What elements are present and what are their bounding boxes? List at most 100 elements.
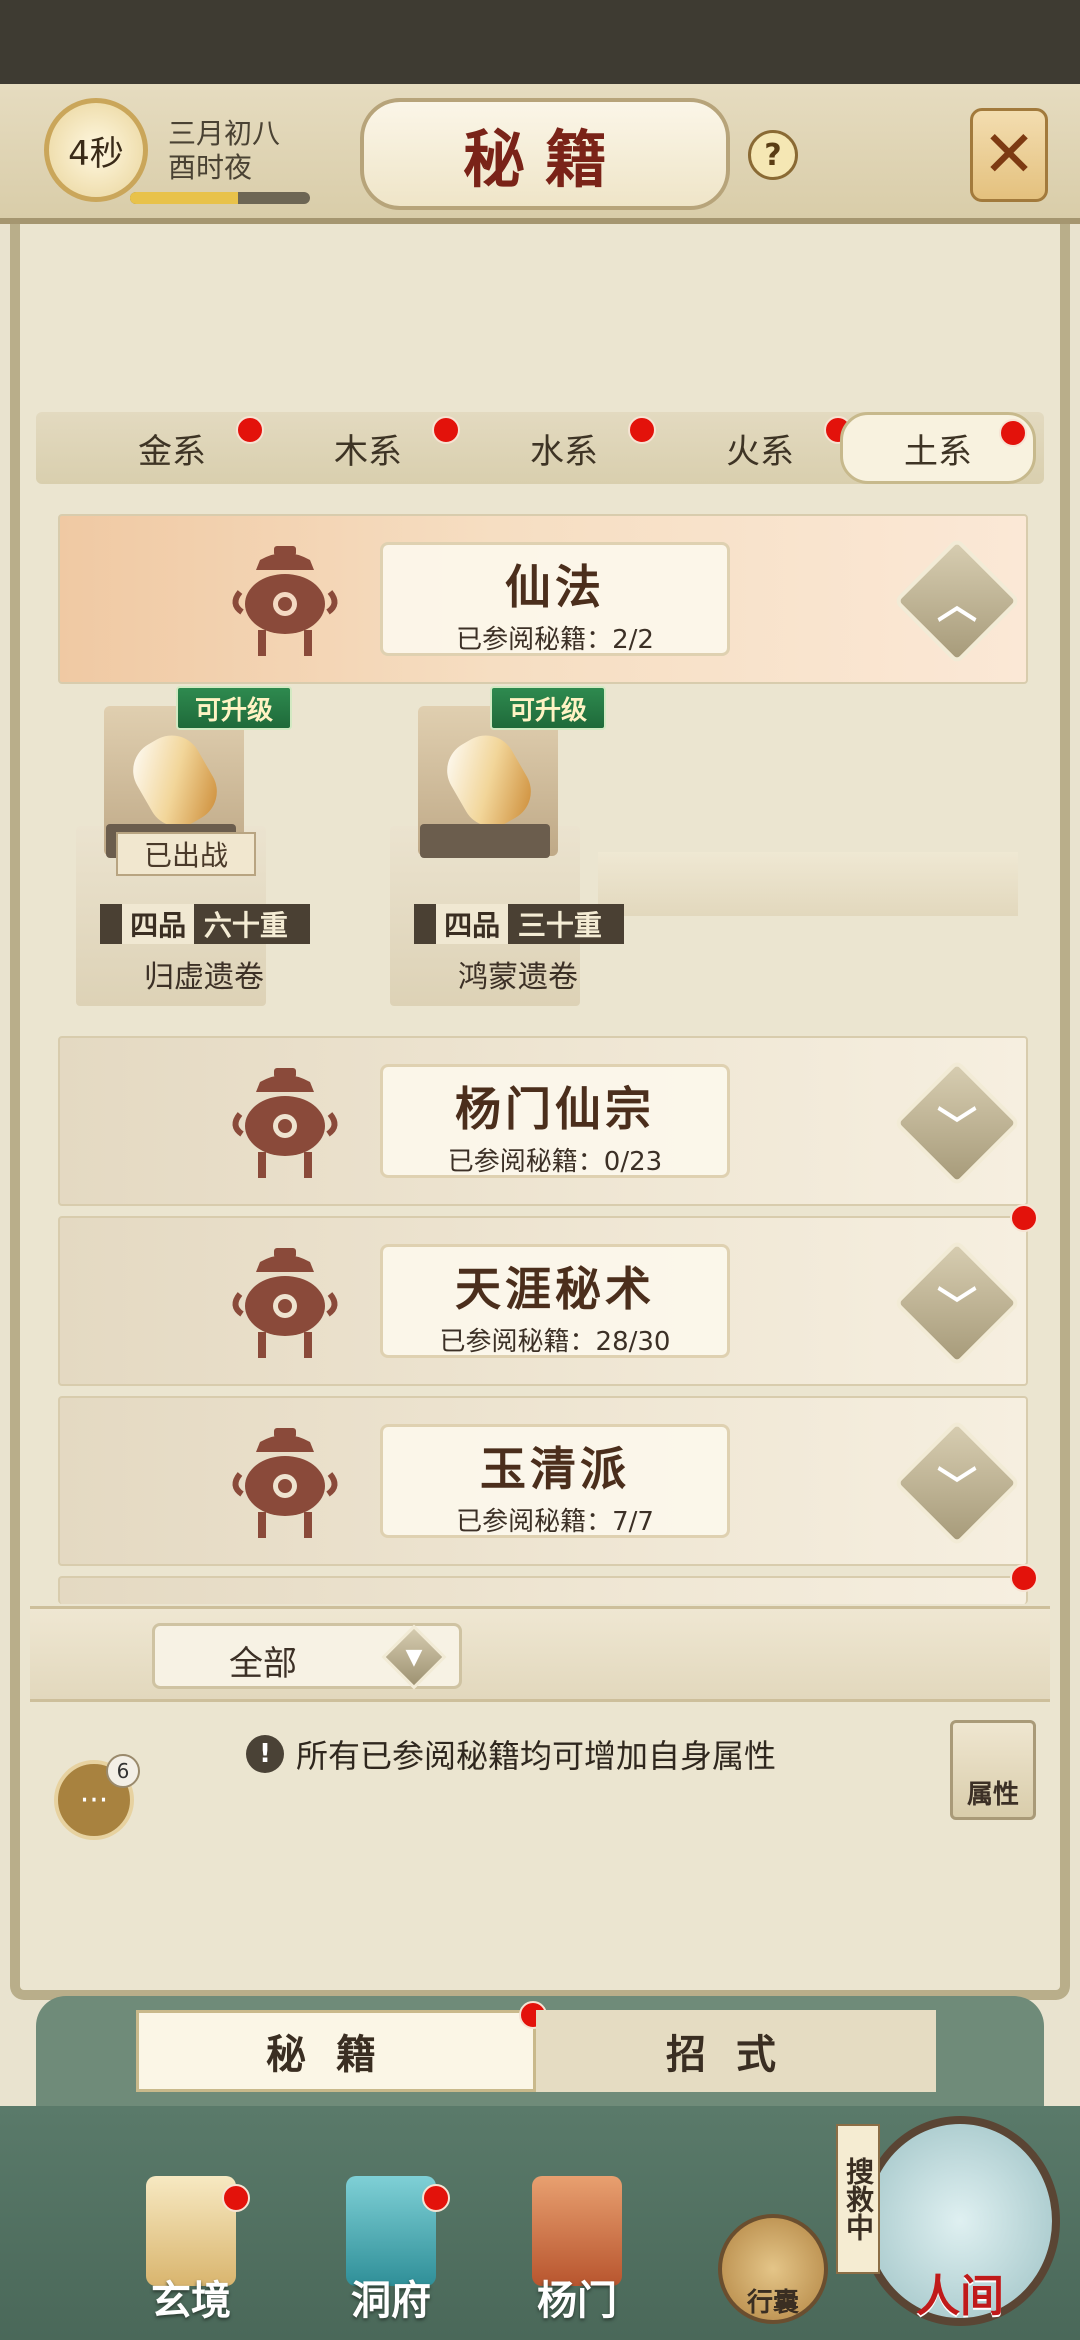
pedestal-base <box>420 824 550 858</box>
expand-button[interactable]: ﹀ <box>893 1419 1021 1547</box>
nav-label: 洞府 <box>351 2277 431 2324</box>
category-name: 玉清派 <box>480 1442 630 1496</box>
chat-count: 6 <box>106 1754 140 1788</box>
notification-dot <box>222 2184 250 2212</box>
section-tabs: 秘籍 招式 <box>36 1996 1044 2106</box>
chevron-down-icon: ﹀ <box>937 1104 977 1150</box>
tab-metal[interactable]: 金系 <box>74 412 270 484</box>
category-plate: 玉清派 已参阅秘籍：7/7 <box>380 1424 730 1538</box>
category-progress: 已参阅秘籍：7/7 <box>456 1507 654 1537</box>
book-grid: 可升级 已出战 四品 六十重 归虚遗卷 可升级 四品 三十重 鸿蒙遗卷 <box>58 686 1028 1016</box>
expand-button[interactable]: ﹀ <box>893 1059 1021 1187</box>
tab-label: 土系 <box>904 431 972 472</box>
chevron-down-icon: ﹀ <box>937 1284 977 1330</box>
nav-label: 玄境 <box>151 2277 231 2324</box>
upgrade-badge: 可升级 <box>490 686 606 730</box>
category-xianfa[interactable]: 仙法 已参阅秘籍：2/2 ︿ <box>58 514 1028 684</box>
category-progress: 已参阅秘籍：28/30 <box>439 1327 671 1357</box>
tab-secret-books[interactable]: 秘籍 <box>136 2001 547 2092</box>
notification-dot <box>422 2184 450 2212</box>
censer-icon <box>232 1068 338 1178</box>
title-plate: 秘籍 <box>360 98 730 210</box>
notification-dot <box>1010 1564 1038 1592</box>
deployed-label: 已出战 <box>116 832 256 876</box>
notification-dot <box>236 416 264 444</box>
filter-bar: 全部 ▼ <box>30 1606 1050 1702</box>
exclamation-icon: ! <box>246 1735 284 1773</box>
tab-label: 木系 <box>334 431 402 472</box>
timer-badge: 4秒 <box>44 98 148 202</box>
tab-fire[interactable]: 火系 <box>662 412 858 484</box>
chevron-up-icon: ︿ <box>937 582 977 628</box>
nav-label: 人间 <box>916 2271 1004 2322</box>
tab-label: 火系 <box>726 431 794 472</box>
tab-label: 水系 <box>530 431 598 472</box>
nav-dongfu[interactable]: 洞府 <box>326 2176 456 2326</box>
category-plate: 杨门仙宗 已参阅秘籍：0/23 <box>380 1064 730 1178</box>
notification-dot <box>432 416 460 444</box>
nav-yangmen[interactable]: 杨门 <box>512 2176 642 2326</box>
info-line: ! 所有已参阅秘籍均可增加自身属性 <box>246 1730 776 1778</box>
page-title: 秘籍 <box>462 123 627 196</box>
category-plate: 仙法 已参阅秘籍：2/2 <box>380 542 730 656</box>
category-tianya[interactable]: 天涯秘术 已参阅秘籍：28/30 ﹀ <box>58 1204 1038 1386</box>
grade-prefix: 四品 <box>436 904 509 944</box>
chevron-down-icon: ﹀ <box>937 1464 977 1510</box>
expand-button[interactable]: ﹀ <box>893 1239 1021 1367</box>
searching-tag: 搜救中 <box>836 2124 880 2274</box>
tab-wood[interactable]: 木系 <box>270 412 466 484</box>
censer-icon <box>232 1248 338 1358</box>
category-yuqing[interactable]: 玉清派 已参阅秘籍：7/7 ﹀ <box>58 1396 1028 1566</box>
attributes-button[interactable]: 属性 <box>950 1720 1036 1820</box>
category-progress: 已参阅秘籍：2/2 <box>456 625 654 655</box>
book-name: 归虚遗卷 <box>144 960 264 995</box>
tab-earth[interactable]: 土系 <box>840 412 1036 484</box>
nav-label: 行囊 <box>746 2288 799 2318</box>
time-progress-fill <box>130 192 238 204</box>
timer-text: 4秒 <box>68 133 124 174</box>
collapse-button[interactable]: ︿ <box>893 537 1021 665</box>
book-name: 鸿蒙遗卷 <box>458 960 578 995</box>
book-grade: 四品 三十重 <box>414 904 624 944</box>
notification-dot <box>1010 1204 1038 1232</box>
book-card[interactable]: 可升级 已出战 四品 六十重 归虚遗卷 <box>76 686 310 1006</box>
shelf <box>598 852 1018 916</box>
notification-dot <box>628 416 656 444</box>
time-progress-bar <box>130 192 310 204</box>
book-card[interactable]: 可升级 四品 三十重 鸿蒙遗卷 <box>390 686 624 1006</box>
attributes-label: 属性 <box>966 1780 1019 1810</box>
tab-label: 秘籍 <box>266 2031 406 2078</box>
grade-suffix: 六十重 <box>203 909 288 942</box>
chevron-down-icon: ▼ <box>381 1624 447 1690</box>
censer-icon <box>232 546 338 656</box>
category-name: 天涯秘术 <box>455 1262 655 1316</box>
info-text: 所有已参阅秘籍均可增加自身属性 <box>296 1737 777 1775</box>
censer-icon <box>232 1428 338 1538</box>
notification-dot <box>999 419 1027 447</box>
filter-label: 全部 <box>229 1644 297 1684</box>
upgrade-badge: 可升级 <box>176 686 292 730</box>
chat-button[interactable]: ··· 6 <box>54 1754 140 1840</box>
status-bar-area <box>0 0 1080 84</box>
book-grade: 四品 六十重 <box>100 904 310 944</box>
tab-label: 招式 <box>666 2031 806 2078</box>
grade-prefix: 四品 <box>122 904 195 944</box>
nav-label: 杨门 <box>537 2277 617 2324</box>
filter-dropdown[interactable]: 全部 ▼ <box>152 1623 462 1690</box>
category-progress: 已参阅秘籍：0/23 <box>447 1147 663 1177</box>
grade-suffix: 三十重 <box>517 909 602 942</box>
element-tabs: 金系 木系 水系 火系 土系 <box>36 412 1044 484</box>
chat-bubble-icon: ··· <box>79 1782 109 1818</box>
category-partial[interactable] <box>58 1564 1038 1604</box>
game-time: 酉时夜 <box>168 151 253 184</box>
category-list: 仙法 已参阅秘籍：2/2 ︿ 可升级 已出战 四品 六十重 归虚遗卷 可升级 四… <box>44 502 1038 1604</box>
close-icon[interactable]: ✕ <box>970 108 1048 202</box>
category-name: 仙法 <box>505 560 605 614</box>
tab-water[interactable]: 水系 <box>466 412 662 484</box>
nav-xuanjing[interactable]: 玄境 <box>126 2176 256 2326</box>
tab-moves[interactable]: 招式 <box>536 2010 936 2092</box>
question-icon[interactable]: ? <box>748 130 798 180</box>
category-yangmen[interactable]: 杨门仙宗 已参阅秘籍：0/23 ﹀ <box>58 1036 1028 1206</box>
category-plate: 天涯秘术 已参阅秘籍：28/30 <box>380 1244 730 1358</box>
category-name: 杨门仙宗 <box>455 1082 655 1136</box>
